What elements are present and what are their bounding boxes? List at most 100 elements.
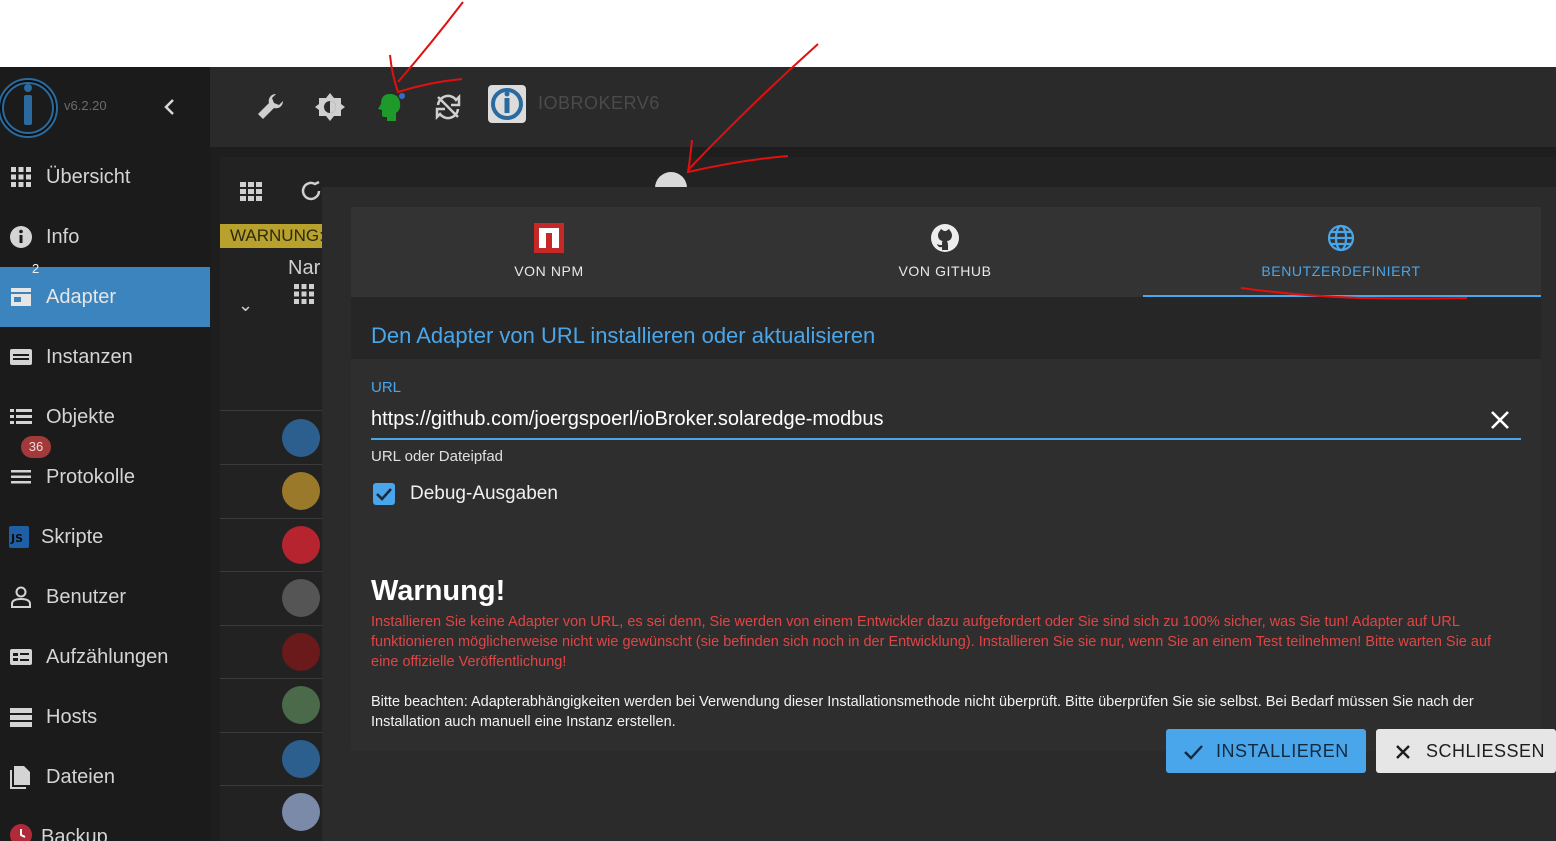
host-name[interactable]: IOBROKERV6 [538, 93, 660, 114]
row-divider [220, 732, 330, 733]
warning-text: Installieren Sie keine Adapter von URL, … [371, 614, 1492, 670]
row-divider [220, 625, 330, 626]
sidebar-item-backup[interactable]: Backup [0, 807, 210, 841]
row-divider [220, 571, 330, 572]
sidebar-item-label: Backup [41, 826, 108, 841]
sidebar-item-label: Hosts [46, 706, 98, 728]
sidebar-item-skripte[interactable]: JS Skripte [0, 507, 210, 567]
adapter-icon [282, 579, 320, 617]
list-icon [10, 409, 32, 424]
collapse-sidebar-button[interactable] [160, 95, 180, 119]
theme-icon[interactable] [314, 91, 346, 123]
tab-github[interactable]: VON GITHUB [747, 207, 1143, 297]
adapter-icon [282, 419, 320, 457]
sidebar-item-protokolle[interactable]: 36 Protokolle [0, 436, 210, 507]
tab-custom[interactable]: BENUTZERDEFINIERT [1143, 207, 1539, 297]
sidebar-item-label: Adapter [46, 286, 117, 308]
sidebar-item-label: Benutzer [46, 586, 127, 608]
sidebar-item-adapter[interactable]: 2 Adapter [0, 261, 210, 327]
chevron-down-icon[interactable]: ⌄ [238, 295, 253, 316]
name-column-header: Nar [288, 257, 321, 279]
js-icon: JS [9, 526, 29, 548]
warning-title: Warnung! [371, 575, 506, 607]
tab-label: VON GITHUB [898, 263, 992, 279]
store-icon [11, 288, 31, 306]
url-helper-text: URL oder Dateipfad [371, 448, 504, 465]
npm-icon [534, 223, 564, 253]
hosts-icon [10, 708, 32, 727]
clear-icon[interactable] [1487, 407, 1513, 433]
expert-mode-icon[interactable] [374, 91, 406, 123]
row-divider [220, 678, 330, 679]
custom-install-panel: Den Adapter von URL installieren oder ak… [351, 297, 1541, 751]
adapter-icon [282, 633, 320, 671]
row-divider [220, 518, 330, 519]
checkmark-icon [376, 488, 392, 501]
adapter-icon [282, 793, 320, 831]
version-label: v6.2.20 [64, 98, 107, 113]
sidebar-item-uebersicht[interactable]: Übersicht [0, 147, 210, 207]
sidebar-item-label: Objekte [46, 406, 115, 428]
log-icon [11, 470, 31, 484]
install-from-url-dialog: VON NPM VON GITHUB BENUTZERDEFINIERT Den… [322, 187, 1556, 841]
row-divider [220, 785, 330, 786]
tab-label: VON NPM [514, 263, 584, 279]
adapter-icon [282, 526, 320, 564]
sidebar-item-info[interactable]: Info [0, 207, 210, 267]
install-button-label: INSTALLIEREN [1216, 741, 1349, 761]
url-input[interactable] [371, 405, 1521, 433]
iobroker-logo-icon[interactable] [0, 75, 60, 141]
dialog-title: Den Adapter von URL installieren oder ak… [371, 323, 876, 348]
globe-icon [1327, 224, 1355, 252]
close-button-label: SCHLIESSEN [1426, 741, 1546, 761]
backup-icon [10, 824, 32, 841]
host-logo-icon[interactable] [488, 85, 526, 123]
sidebar-item-hosts[interactable]: Hosts [0, 687, 210, 747]
sidebar-item-label: Protokolle [46, 466, 135, 488]
sidebar-item-label: Info [46, 226, 80, 248]
adapter-icon [282, 740, 320, 778]
url-form-card: URL URL oder Dateipfad Debug-Ausgaben Wa… [351, 359, 1541, 751]
sidebar-item-benutzer[interactable]: Benutzer [0, 567, 210, 627]
wrench-icon[interactable] [254, 91, 286, 123]
info-icon [10, 226, 32, 248]
app-window: v6.2.20 Übersicht Info 2 Adapter Instanz… [0, 67, 1556, 841]
close-button[interactable]: SCHLIESSEN [1376, 729, 1556, 773]
url-input-underline [371, 438, 1521, 440]
adapter-update-badge: 2 [32, 261, 40, 276]
svg-text:JS: JS [10, 532, 23, 545]
adapter-icon [282, 472, 320, 510]
refresh-icon[interactable] [299, 179, 323, 203]
top-bar: IOBROKERV6 [210, 67, 1556, 147]
row-divider [220, 410, 330, 411]
sidebar-item-label: Übersicht [46, 166, 131, 188]
adapter-icon [282, 686, 320, 724]
check-icon [1184, 745, 1203, 760]
sidebar-item-label: Instanzen [46, 346, 133, 368]
instances-icon [10, 349, 32, 365]
github-icon [931, 224, 959, 252]
sidebar-item-instanzen[interactable]: Instanzen [0, 327, 210, 387]
category-grid-icon [294, 284, 314, 304]
sidebar-item-dateien[interactable]: Dateien [0, 747, 210, 807]
sidebar-item-label: Skripte [41, 526, 104, 548]
debug-checkbox[interactable] [373, 483, 395, 505]
grid-icon [11, 167, 31, 187]
files-icon [10, 766, 30, 789]
grid-view-icon[interactable] [239, 179, 263, 203]
user-icon [11, 586, 31, 608]
chevron-left-icon [164, 99, 174, 115]
url-field-label: URL [371, 379, 402, 396]
install-button[interactable]: INSTALLIEREN [1166, 729, 1366, 773]
log-count-badge: 36 [21, 436, 51, 458]
sidebar-item-label: Aufzählungen [46, 646, 169, 668]
debug-checkbox-label[interactable]: Debug-Ausgaben [410, 483, 558, 505]
close-icon [1396, 745, 1410, 759]
sidebar-item-aufzaehlungen[interactable]: Aufzählungen [0, 627, 210, 687]
dependency-note: Bitte beachten: Adapterabhängigkeiten we… [371, 694, 1474, 730]
sync-icon[interactable] [432, 91, 464, 123]
install-source-tabs: VON NPM VON GITHUB BENUTZERDEFINIERT [351, 207, 1541, 297]
tab-npm[interactable]: VON NPM [351, 207, 747, 297]
sidebar: v6.2.20 Übersicht Info 2 Adapter Instanz… [0, 67, 210, 841]
sidebar-item-label: Dateien [46, 766, 115, 788]
